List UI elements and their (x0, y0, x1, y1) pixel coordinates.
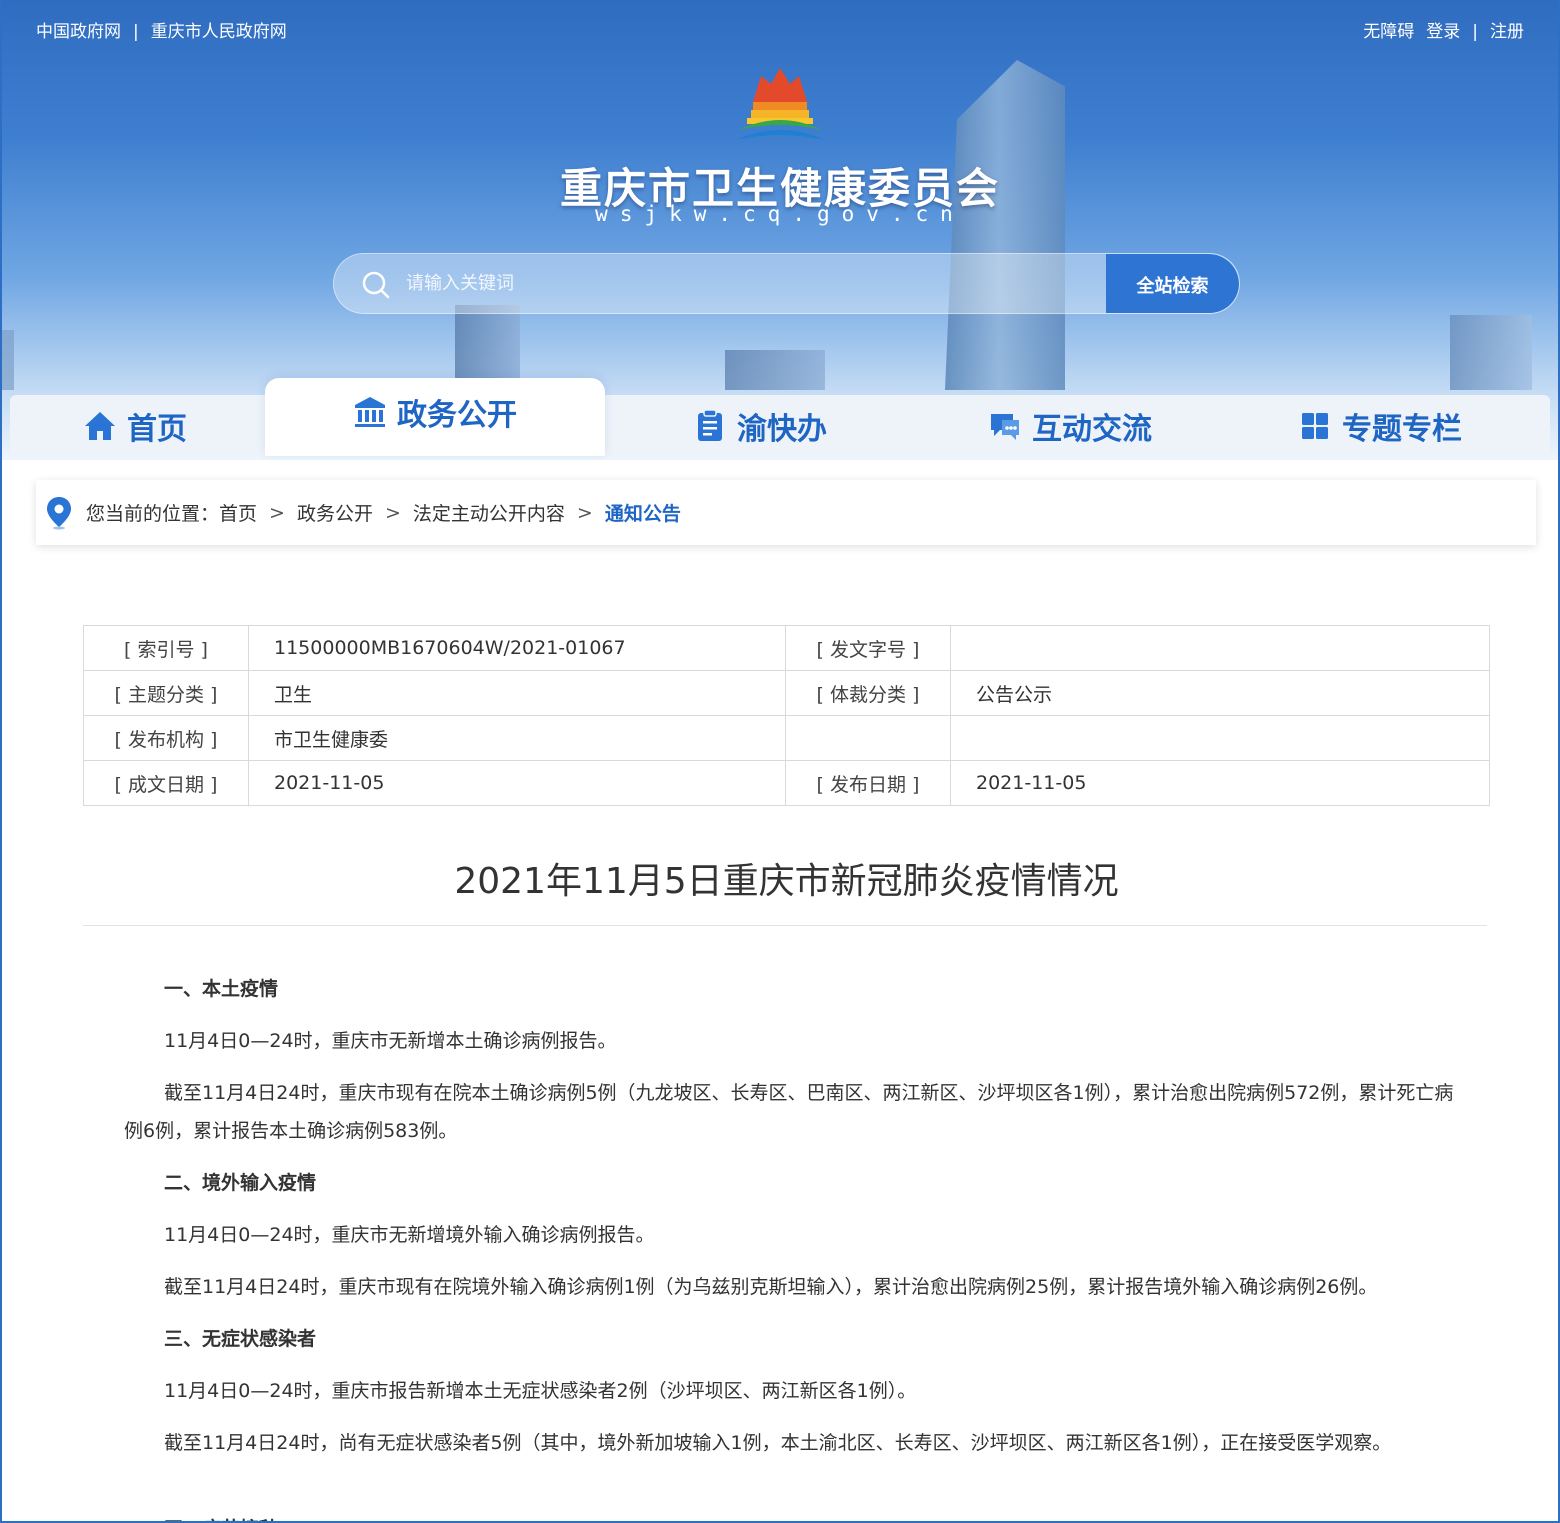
breadcrumb-gov-affairs[interactable]: 政务公开 (297, 499, 373, 526)
breadcrumb-arrow: > (576, 501, 593, 524)
tab-yukuaiban[interactable]: 渝快办 (620, 395, 900, 456)
top-links-right: 无障碍 登录 | 注册 (1363, 17, 1524, 42)
publisher-value: 市卫生健康委 (248, 715, 786, 761)
doc-no-value (950, 625, 1490, 671)
tab-interaction[interactable]: 互动交流 (915, 395, 1225, 456)
search-input[interactable] (406, 254, 1096, 313)
published-date-label: [ 发布日期 ] (785, 760, 951, 806)
location-pin-icon (47, 496, 71, 529)
index-no-label: [ 索引号 ] (83, 625, 249, 671)
index-no-value: 11500000MB1670604W/2021-01067 (248, 625, 786, 671)
tab-label: 互动交流 (1032, 411, 1152, 447)
tab-label: 专题专栏 (1342, 411, 1462, 447)
section-heading: 二、境外输入疫情 (164, 1172, 317, 1194)
search-bar: 全站检索 (333, 253, 1240, 314)
document-meta-table: [ 索引号 ] 11500000MB1670604W/2021-01067 [ … (83, 625, 1490, 806)
article-paragraph: 截至11月4日24时，尚有无症状感染者5例（其中，境外新加坡输入1例，本土渝北区… (164, 1432, 1392, 1454)
tab-label: 首页 (127, 411, 187, 447)
link-separator: | (133, 22, 139, 42)
article-paragraph: 截至11月4日24时，重庆市现有在院本土确诊病例5例（九龙坡区、长寿区、巴南区、… (124, 1082, 1454, 1142)
home-icon (85, 411, 115, 440)
article-body: 一、本土疫情 11月4日0—24时，重庆市无新增本土确诊病例报告。 截至11月4… (124, 970, 1454, 1476)
table-row: [ 索引号 ] 11500000MB1670604W/2021-01067 [ … (83, 625, 1490, 671)
gov-cn-link[interactable]: 中国政府网 (36, 22, 121, 42)
accessibility-link[interactable]: 无障碍 (1363, 22, 1414, 42)
table-row: [ 发布机构 ] 市卫生健康委 (83, 715, 1490, 761)
tab-label: 渝快办 (737, 411, 827, 447)
empty-cell (785, 715, 951, 761)
section-heading: 三、无症状感染者 (164, 1328, 317, 1350)
chat-icon (991, 413, 1019, 440)
link-separator: | (1472, 22, 1478, 42)
topic-value: 卫生 (248, 670, 786, 716)
tab-label: 政务公开 (397, 398, 517, 433)
section-heading-cut-off: 四、疫苗接种 (164, 1510, 278, 1523)
site-search-button[interactable]: 全站检索 (1106, 254, 1239, 313)
breadcrumb-statutory-content[interactable]: 法定主动公开内容 (413, 499, 565, 526)
tab-government-affairs[interactable]: 政务公开 (265, 378, 605, 456)
search-icon (362, 271, 390, 299)
article-paragraph: 11月4日0—24时，重庆市无新增境外输入确诊病例报告。 (164, 1224, 655, 1246)
register-link[interactable]: 注册 (1490, 22, 1524, 42)
login-link[interactable]: 登录 (1426, 22, 1460, 42)
created-date-label: [ 成文日期 ] (83, 760, 249, 806)
breadcrumb-arrow: > (269, 501, 285, 524)
breadcrumb-prefix: 您当前的位置： (86, 503, 220, 525)
publisher-label: [ 发布机构 ] (83, 715, 249, 761)
genre-label: [ 体裁分类 ] (785, 670, 951, 716)
empty-cell (950, 715, 1490, 761)
breadcrumb-arrow: > (384, 501, 401, 524)
main-nav: 首页 政务公开 渝快办 互动交流 专题专栏 (10, 378, 1550, 456)
emblem-logo-icon (736, 68, 825, 140)
genre-value: 公告公示 (950, 670, 1490, 716)
government-building-icon (355, 397, 385, 427)
top-links-left: 中国政府网 | 重庆市人民政府网 (36, 17, 287, 42)
section-heading: 一、本土疫情 (164, 978, 279, 1000)
article-paragraph: 11月4日0—24时，重庆市无新增本土确诊病例报告。 (164, 1030, 617, 1052)
article-paragraph: 截至11月4日24时，重庆市现有在院境外输入确诊病例1例（为乌兹别克斯坦输入），… (164, 1276, 1378, 1298)
published-date-value: 2021-11-05 (950, 760, 1490, 806)
article-title: 2021年11月5日重庆市新冠肺炎疫情情况 (454, 861, 1119, 902)
title-divider (83, 925, 1487, 926)
tab-home[interactable]: 首页 (10, 395, 260, 456)
grid-icon (1302, 412, 1328, 439)
topic-label: [ 主题分类 ] (83, 670, 249, 716)
article-paragraph: 11月4日0—24时，重庆市报告新增本土无症状感染者2例（沙坪坝区、两江新区各1… (164, 1380, 917, 1402)
table-row: [ 成文日期 ] 2021-11-05 [ 发布日期 ] 2021-11-05 (83, 760, 1490, 806)
tab-special-topics[interactable]: 专题专栏 (1235, 395, 1525, 456)
clipboard-icon (698, 408, 722, 441)
breadcrumb-home[interactable]: 首页 (219, 499, 257, 526)
breadcrumb-current[interactable]: 通知公告 (605, 499, 681, 526)
doc-no-label: [ 发文字号 ] (785, 625, 951, 671)
site-domain: wsjkw.cq.gov.cn (595, 202, 965, 226)
created-date-value: 2021-11-05 (248, 760, 786, 806)
breadcrumb: 您当前的位置： 首页 > 政务公开 > 法定主动公开内容 > 通知公告 (36, 480, 1536, 545)
table-row: [ 主题分类 ] 卫生 [ 体裁分类 ] 公告公示 (83, 670, 1490, 716)
cq-gov-link[interactable]: 重庆市人民政府网 (151, 22, 287, 42)
